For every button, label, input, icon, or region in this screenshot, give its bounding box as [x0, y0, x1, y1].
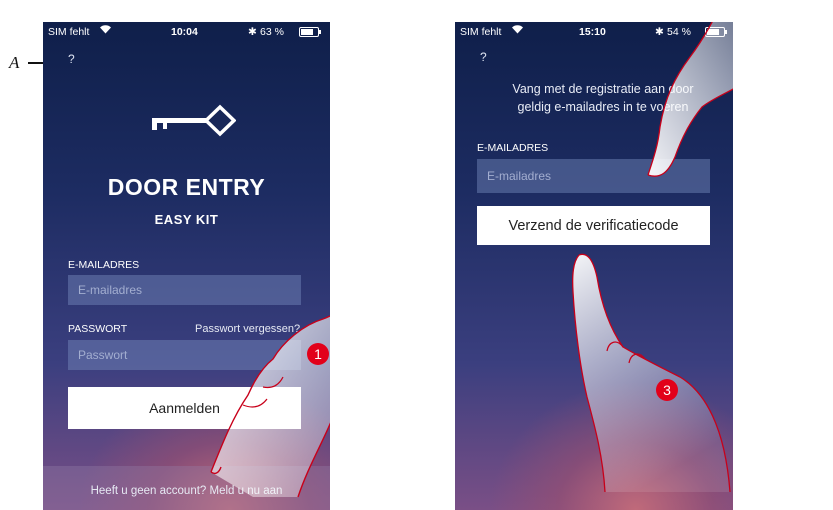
carrier-text: SIM fehlt: [48, 26, 90, 38]
instruction-text: Vang met de registratie aan door geldig …: [473, 80, 733, 116]
send-verification-button[interactable]: Verzend de verificatiecode: [477, 206, 710, 245]
phone-screen-login: SIM fehlt 10:04 ✱ 63 % ? DOOR ENTRY EASY…: [43, 22, 330, 510]
step-badge-1: 1: [307, 343, 329, 365]
instruction-line-1: Vang met de registratie aan door: [512, 82, 694, 96]
battery-icon: [299, 27, 321, 37]
phone-screen-register: SIM fehlt 15:10 ✱ 54 % ? Vang met de reg…: [455, 22, 733, 510]
app-subtitle: EASY KIT: [154, 212, 219, 227]
bluetooth-icon: ✱: [248, 26, 257, 38]
password-label: PASSWORT: [68, 323, 128, 335]
forgot-password-link[interactable]: Passwort vergessen?: [195, 323, 300, 335]
step-badge-3: 3: [656, 379, 678, 401]
email-label: E-MAILADRES: [68, 259, 140, 271]
battery-icon: [705, 27, 727, 37]
battery-percent: 54 %: [667, 26, 691, 38]
status-bar: SIM fehlt 15:10 ✱ 54 %: [455, 22, 733, 42]
hand-pointer-icon: [572, 253, 731, 493]
register-link[interactable]: Heeft u geen account? Meld u nu aan: [43, 485, 330, 497]
login-button[interactable]: Aanmelden: [68, 387, 301, 429]
annotation-label-a: A: [9, 53, 20, 72]
key-icon: [152, 104, 236, 137]
app-title: DOOR ENTRY: [107, 174, 266, 200]
carrier-text: SIM fehlt: [460, 26, 502, 38]
bluetooth-icon: ✱: [655, 26, 664, 38]
wifi-icon: [511, 24, 524, 37]
status-time: 10:04: [171, 26, 198, 38]
wifi-icon: [99, 24, 112, 37]
battery-percent: 63 %: [260, 26, 284, 38]
help-button[interactable]: ?: [68, 52, 75, 66]
email-input[interactable]: [68, 275, 301, 305]
help-button[interactable]: ?: [480, 50, 487, 64]
instruction-line-2: geldig e-mailadres in te voeren: [517, 100, 689, 114]
email-input[interactable]: [477, 159, 710, 193]
status-bar: SIM fehlt 10:04 ✱ 63 %: [43, 22, 330, 42]
password-input[interactable]: [68, 340, 301, 370]
status-time: 15:10: [579, 26, 606, 38]
email-label: E-MAILADRES: [477, 142, 549, 154]
